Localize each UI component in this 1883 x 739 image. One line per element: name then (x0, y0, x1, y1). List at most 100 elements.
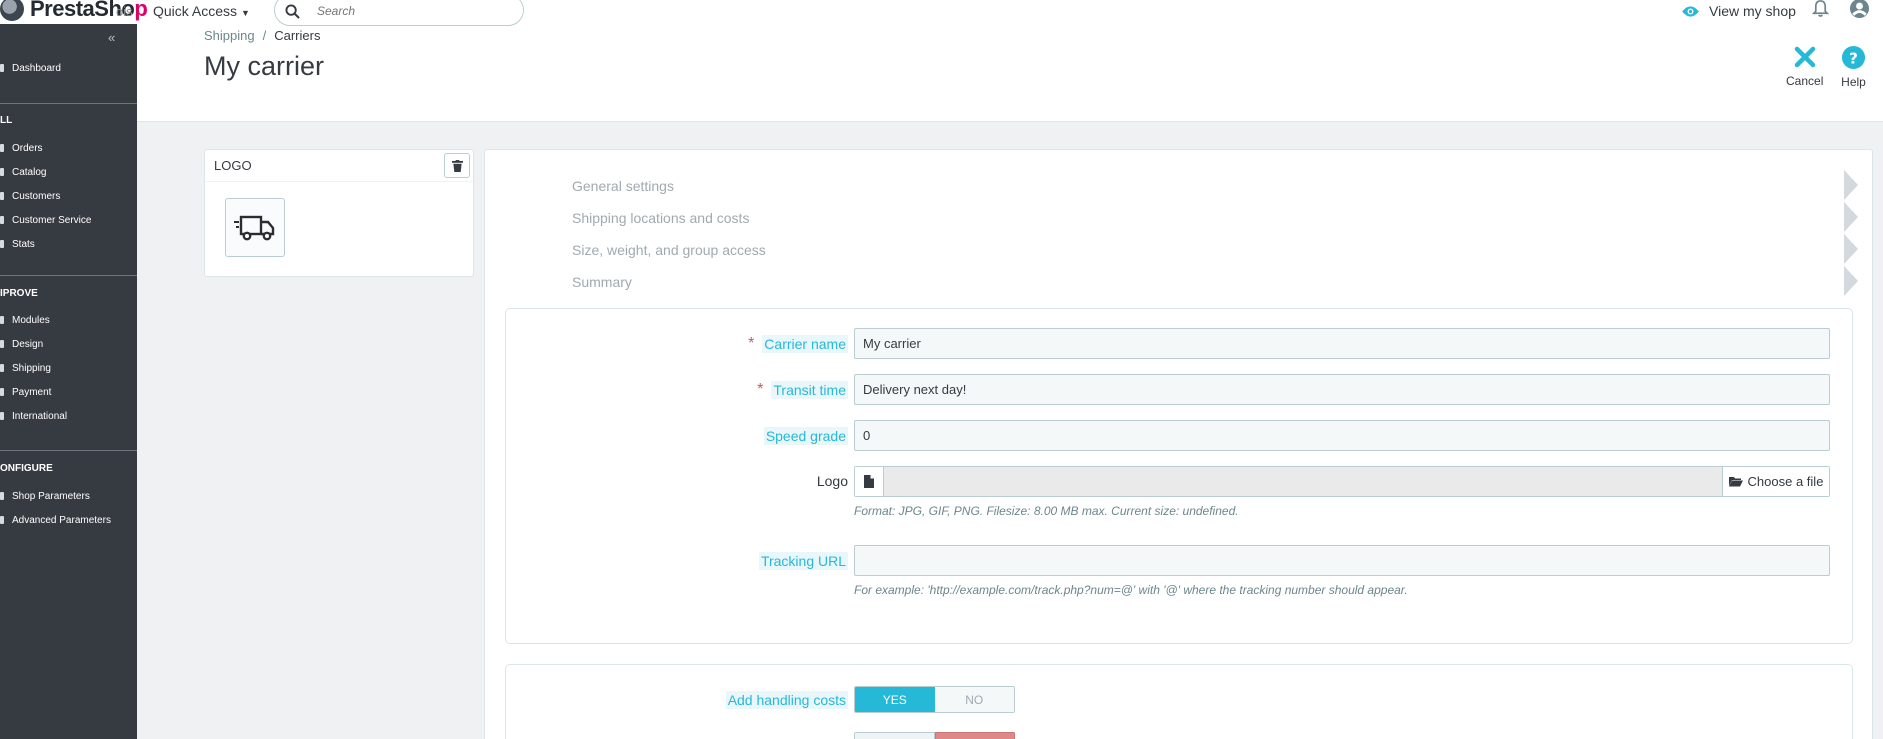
svg-text:?: ? (1849, 49, 1858, 67)
breadcrumb-current[interactable]: Carriers (274, 28, 320, 43)
tracking-url-label: Tracking URL (758, 552, 848, 570)
catalog-icon (0, 168, 4, 176)
employee-menu-button[interactable] (1849, 0, 1870, 22)
sidebar-section-title: LL (0, 115, 13, 126)
switch-option-right[interactable] (934, 732, 1015, 739)
sidebar-item-catalog[interactable]: Catalog (0, 163, 46, 181)
notifications-button[interactable] (1811, 0, 1830, 21)
sidebar-item-label: Catalog (12, 166, 47, 178)
close-icon (1794, 46, 1815, 68)
sidebar-item-payment[interactable]: Payment (0, 383, 51, 401)
quick-access-label: Quick Access (153, 3, 238, 19)
general-settings-form: *Carrier name *Transit time Speed grade … (505, 308, 1853, 644)
logo-panel-header: LOGO (205, 150, 473, 182)
sidebar-item-label: Modules (12, 314, 50, 326)
collapse-sidebar-icon[interactable]: « (108, 30, 115, 45)
sidebar-item-label: Customer Service (12, 214, 92, 226)
international-icon (0, 412, 4, 420)
sidebar-item-label: International (12, 410, 68, 422)
step-arrow-icon (1844, 266, 1858, 296)
sidebar-item-shipping[interactable]: Shipping (0, 359, 51, 377)
customer-service-icon (0, 216, 4, 224)
help-button[interactable]: ? Help (1841, 45, 1866, 89)
shipping-icon (0, 364, 4, 372)
sidebar-item-international[interactable]: International (0, 407, 67, 425)
page-title: My carrier (204, 51, 324, 81)
cancel-label: Cancel (1786, 74, 1824, 88)
choose-file-button[interactable]: Choose a file (1722, 467, 1829, 496)
breadcrumb-separator: / (262, 28, 267, 43)
step-arrow-icon (1844, 234, 1858, 264)
sidebar-item-label: Customers (12, 190, 61, 202)
handling-no-option[interactable]: NO (934, 687, 1014, 712)
tracking-url-input[interactable] (854, 545, 1830, 576)
tracking-url-help-text: For example: 'http://example.com/track.p… (854, 583, 1408, 597)
logo-file-input[interactable]: Choose a file (854, 466, 1830, 497)
quick-access-dropdown[interactable]: Quick Access ▼ (153, 3, 250, 19)
wizard-step-general-settings[interactable]: General settings (572, 178, 674, 194)
sidebar-divider (0, 275, 137, 276)
cancel-button[interactable]: Cancel (1786, 46, 1823, 88)
sidebar-item-label: Stats (12, 238, 35, 250)
dashboard-icon (0, 64, 4, 72)
handling-yes-option[interactable]: YES (855, 687, 935, 712)
sidebar-section-title: IPROVE (0, 288, 38, 299)
sidebar-item-shop-parameters[interactable]: Shop Parameters (0, 487, 90, 505)
customers-icon (0, 192, 4, 200)
stats-icon (0, 240, 4, 248)
delete-logo-button[interactable] (444, 153, 470, 178)
page-header: Shipping / Carriers My carrier Cancel ? He… (137, 24, 1883, 122)
sidebar-item-label: Dashboard (12, 62, 61, 74)
sidebar-divider (0, 450, 137, 451)
wizard-step-size-weight[interactable]: Size, weight, and group access (572, 242, 766, 258)
breadcrumb: Shipping / Carriers (204, 28, 320, 43)
speed-grade-input[interactable] (854, 420, 1830, 451)
transit-time-input[interactable] (854, 374, 1830, 405)
view-my-shop-label: View my shop (1709, 3, 1796, 19)
sidebar-item-label: Payment (12, 386, 52, 398)
caret-down-icon: ▼ (241, 8, 250, 18)
help-label: Help (1841, 75, 1866, 89)
carrier-name-input[interactable] (854, 328, 1830, 359)
step-arrow-icon (1844, 202, 1858, 232)
eye-icon (1682, 5, 1699, 17)
breadcrumb-link-shipping[interactable]: Shipping (204, 28, 255, 43)
next-option-switch[interactable] (854, 732, 1015, 739)
folder-open-icon (1728, 477, 1743, 487)
truck-icon (234, 215, 275, 240)
sidebar-item-customer-service[interactable]: Customer Service (0, 211, 91, 229)
sidebar-divider (0, 103, 137, 104)
sidebar-section-title: ONFIGURE (0, 463, 53, 474)
sidebar-item-label: Design (12, 338, 44, 350)
speed-grade-label: Speed grade (763, 427, 848, 445)
sidebar: « Dashboard LL Orders Catalog Customers … (0, 24, 137, 739)
sidebar-item-dashboard[interactable]: Dashboard (0, 59, 61, 77)
required-marker: * (757, 381, 764, 398)
step-arrow-icon (1844, 170, 1858, 200)
carrier-logo-panel: LOGO (204, 149, 474, 277)
view-my-shop-link[interactable]: View my shop (1681, 3, 1796, 19)
sidebar-item-label: Advanced Parameters (12, 514, 111, 526)
shop-parameters-icon (0, 492, 4, 500)
search-input[interactable] (317, 4, 507, 18)
sidebar-item-label: Shipping (12, 362, 51, 374)
handling-costs-label: Add handling costs (725, 691, 848, 709)
sidebar-item-label: Shop Parameters (12, 490, 90, 502)
carrier-name-label: * Carrier name (748, 335, 848, 353)
shipping-options-form: Add handling costs YES NO (505, 664, 1853, 739)
sidebar-item-customers[interactable]: Customers (0, 187, 60, 205)
wizard-step-summary[interactable]: Summary (572, 274, 632, 290)
logo-help-text: Format: JPG, GIF, PNG. Filesize: 8.00 MB… (854, 504, 1239, 518)
file-name-display (884, 467, 1722, 496)
wizard-step-shipping-locations[interactable]: Shipping locations and costs (572, 210, 749, 226)
handling-costs-switch[interactable]: YES NO (854, 686, 1015, 713)
design-icon (0, 340, 4, 348)
search-box[interactable] (274, 0, 524, 26)
sidebar-item-advanced-parameters[interactable]: Advanced Parameters (0, 511, 111, 529)
switch-option-left[interactable] (854, 732, 935, 739)
sidebar-item-stats[interactable]: Stats (0, 235, 35, 253)
sidebar-item-orders[interactable]: Orders (0, 139, 43, 157)
orders-icon (0, 144, 4, 152)
sidebar-item-modules[interactable]: Modules (0, 311, 50, 329)
sidebar-item-design[interactable]: Design (0, 335, 43, 353)
